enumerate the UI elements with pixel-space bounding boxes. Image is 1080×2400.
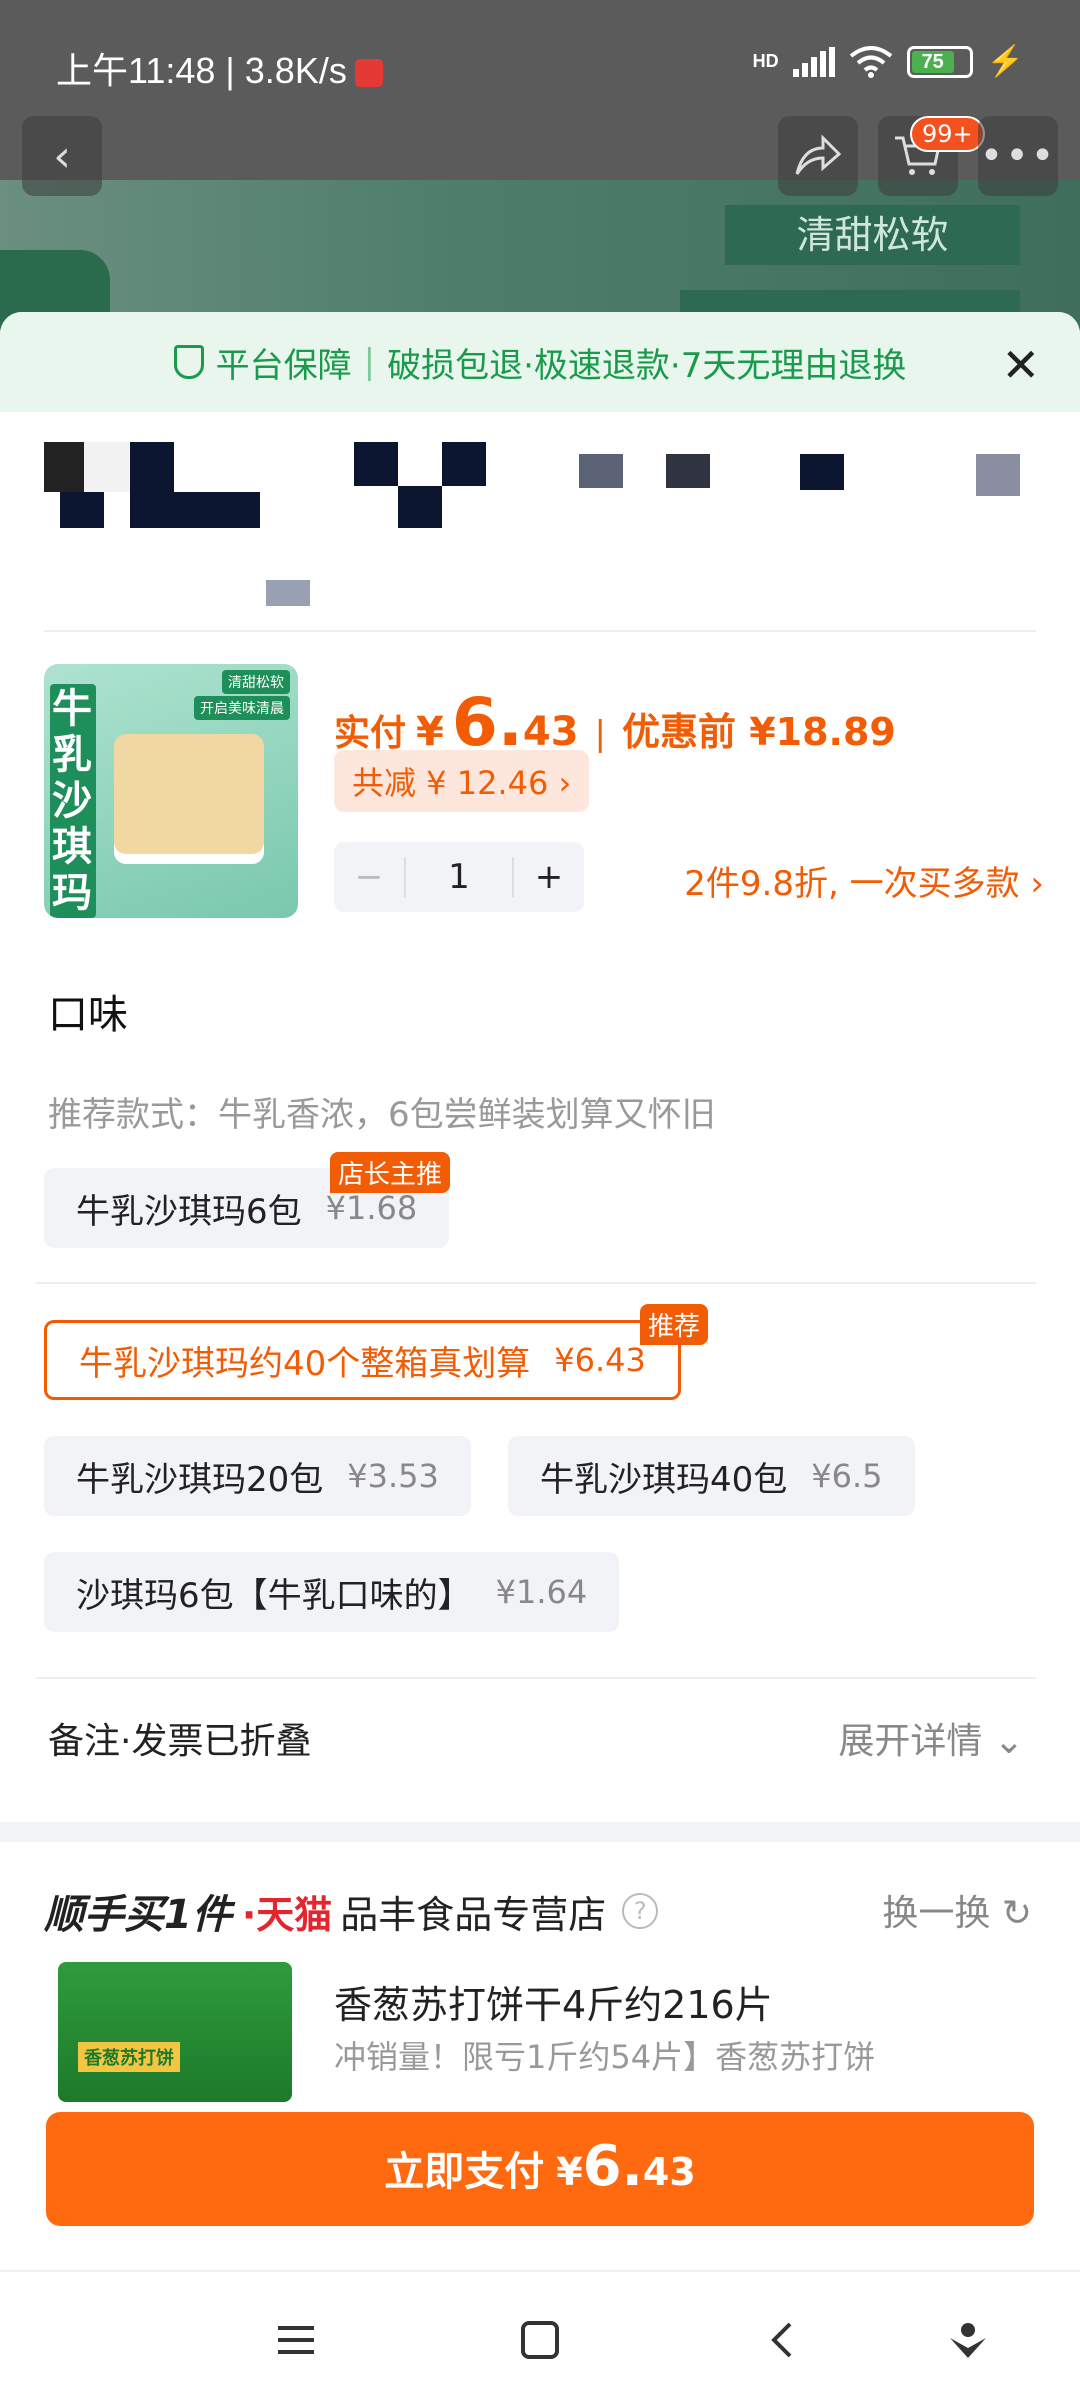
shield-icon — [173, 345, 204, 379]
product-image-tag: 开启美味清晨 — [194, 696, 290, 720]
product-image-title: 牛乳沙琪玛 — [50, 684, 96, 918]
flavor-option[interactable]: 沙琪玛6包【牛乳口味的】 ¥1.64 — [44, 1552, 620, 1632]
more-button[interactable]: ••• — [978, 116, 1058, 196]
product-image-tag: 清甜松软 — [222, 670, 290, 694]
help-icon[interactable]: ? — [622, 1893, 659, 1929]
decrease-button[interactable]: − — [334, 857, 404, 897]
signal-icon — [792, 46, 835, 77]
flavor-option[interactable]: 牛乳沙琪玛40包 ¥6.5 — [508, 1436, 915, 1516]
status-time: 上午11:48 | 3.8K/s — [56, 42, 383, 94]
section-gap — [0, 1822, 1080, 1842]
cart-count-badge: 99+ — [910, 116, 985, 152]
divider — [36, 1677, 1036, 1679]
remarks-invoice-label: 备注·发票已折叠 — [48, 1721, 312, 1762]
add-on-product-name[interactable]: 香葱苏打饼干4斤约216片 — [334, 1974, 773, 2029]
system-nav-bar — [0, 2270, 1080, 2400]
guarantee-title: 平台保障 — [215, 345, 352, 386]
add-on-title: 顺手买1件 — [44, 1892, 232, 1938]
add-on-product-desc: 冲销量！限亏1斤约54片】香葱苏打饼 — [334, 2038, 876, 2076]
address-section-redacted[interactable] — [44, 412, 1036, 632]
shop-name: 品丰食品专营店 — [340, 1892, 607, 1937]
back-button[interactable]: ‹ — [22, 116, 102, 196]
banner-tag: 清甜松软 — [725, 205, 1020, 265]
hd-icon: HD — [752, 51, 779, 71]
recommended-style-text: 推荐款式：牛乳香浓，6包尝鲜装划算又怀旧 — [48, 1095, 716, 1135]
status-bar: 上午11:48 | 3.8K/s HD 75 ⚡ — [0, 0, 1080, 120]
wifi-icon — [849, 45, 892, 78]
add-on-product-image[interactable]: 香葱苏打饼 — [58, 1962, 292, 2102]
multi-buy-promo[interactable]: 2件9.8折, 一次买多款 › — [684, 856, 1044, 905]
swap-button[interactable]: 换一换 ↻ — [882, 1884, 1032, 1936]
home-icon[interactable] — [518, 2318, 562, 2362]
flavor-section-title: 口味 — [48, 992, 128, 1038]
platform-guarantee-bar: 平台保障 | 破损包退·极速退款·7天无理由退换 ✕ — [0, 312, 1080, 412]
share-button[interactable] — [778, 116, 858, 196]
product-image: 牛乳沙琪玛 清甜松软 开启美味清晨 — [44, 664, 298, 918]
divider — [36, 1282, 1036, 1284]
flavor-option-selected[interactable]: 牛乳沙琪玛约40个整箱真划算 ¥6.43 — [44, 1320, 681, 1400]
discount-detail-button[interactable]: 共减 ¥ 12.46 › — [334, 750, 590, 812]
increase-button[interactable]: + — [514, 857, 584, 897]
add-on-image-label: 香葱苏打饼 — [78, 2042, 180, 2072]
charging-icon: ⚡ — [986, 45, 1024, 78]
product-summary: 牛乳沙琪玛 清甜松软 开启美味清晨 实付 ¥ 6. 43 | 优惠前 ¥18.89… — [44, 664, 1044, 924]
close-icon[interactable]: ✕ — [1001, 338, 1040, 392]
quantity-stepper: − 1 + — [334, 842, 584, 912]
quantity-value[interactable]: 1 — [404, 857, 514, 897]
add-on-header: 顺手买1件 ·天猫 品丰食品专营店 ? — [44, 1882, 659, 1940]
share-icon — [795, 134, 842, 175]
product-photo — [114, 734, 264, 854]
back-icon[interactable] — [762, 2318, 806, 2362]
menu-icon[interactable] — [274, 2318, 318, 2362]
guarantee-items: 破损包退·极速退款·7天无理由退换 — [387, 345, 907, 386]
owner-recommended-badge: 店长主推 — [330, 1152, 451, 1193]
flavor-option[interactable]: 牛乳沙琪玛20包 ¥3.53 — [44, 1436, 471, 1516]
recommended-badge: 推荐 — [640, 1304, 709, 1345]
battery-icon: 75 — [906, 45, 973, 78]
assistant-icon[interactable] — [946, 2318, 990, 2362]
status-icons: HD 75 ⚡ — [753, 44, 1024, 79]
pay-now-button[interactable]: 立即支付 ¥ 6. 43 — [46, 2112, 1034, 2226]
recording-icon — [354, 59, 383, 88]
pay-label: 实付 — [334, 713, 407, 754]
more-icon: ••• — [979, 133, 1057, 179]
expand-details-button[interactable]: 展开详情 ⌄ — [838, 1712, 1024, 1764]
tmall-label: ·天猫 — [241, 1892, 333, 1937]
checkout-sheet: 平台保障 | 破损包退·极速退款·7天无理由退换 ✕ 牛乳沙琪玛 清甜松软 开启… — [0, 312, 1080, 2400]
original-price: 优惠前 ¥18.89 — [622, 710, 896, 754]
